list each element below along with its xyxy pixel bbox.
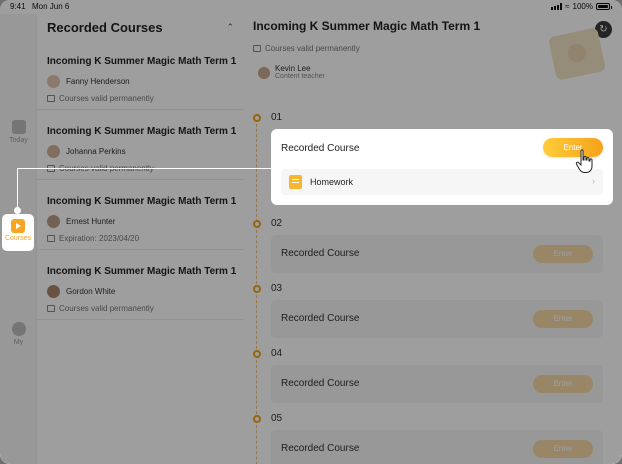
nav-courses[interactable]: Courses: [2, 214, 34, 251]
homework-row[interactable]: Homework ›: [281, 169, 603, 195]
tutorial-overlay: [0, 0, 622, 464]
guide-connector: [17, 168, 18, 210]
app-frame: 9:41 Mon Jun 6 ≈ 100% Today My Recorded …: [0, 0, 622, 464]
enter-button[interactable]: Enter: [543, 138, 603, 157]
guide-connector: [17, 168, 271, 169]
chevron-right-icon: ›: [592, 176, 595, 186]
courses-play-icon: [11, 219, 25, 233]
recorded-course-label: Recorded Course: [281, 143, 360, 154]
homework-label: Homework: [310, 177, 354, 187]
homework-icon: [289, 175, 302, 189]
nav-courses-label: Courses: [4, 235, 32, 242]
guide-connector-dot: [14, 207, 21, 214]
hand-pointer-icon: [575, 149, 593, 173]
highlighted-section: Recorded Course Enter Homework ›: [271, 129, 613, 205]
